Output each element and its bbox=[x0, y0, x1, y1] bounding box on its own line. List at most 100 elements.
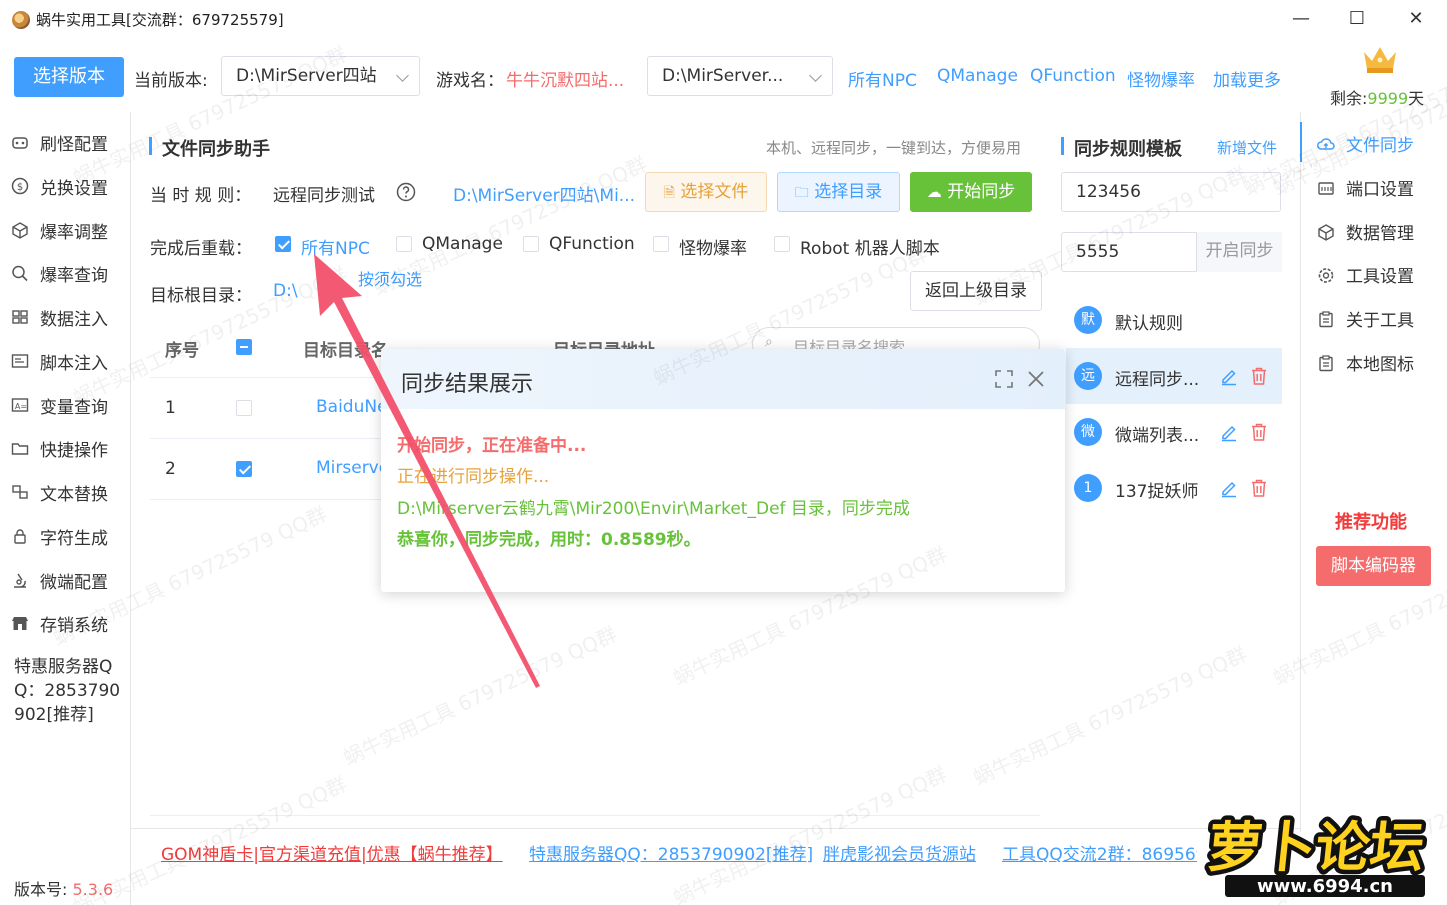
close-button[interactable]: ✕ bbox=[1405, 8, 1427, 30]
row-checkbox[interactable] bbox=[236, 400, 252, 416]
sidebar-item[interactable]: $ 兑换设置 bbox=[10, 175, 108, 199]
sidebar-promo-note: 特惠服务器QQ：2853790902[推荐] bbox=[14, 657, 121, 725]
reload-option-label[interactable]: 怪物爆率 bbox=[679, 234, 747, 259]
choose-version-button[interactable]: 选择版本 bbox=[14, 57, 124, 97]
select-dir-button[interactable]: 🗀 选择目录 bbox=[777, 172, 900, 212]
sidebar-item[interactable]: 字符生成 bbox=[10, 525, 108, 549]
reload-checkbox[interactable] bbox=[275, 236, 291, 252]
page-title: 文件同步助手 bbox=[162, 139, 270, 160]
section-accent bbox=[1061, 137, 1064, 155]
sidebar-item[interactable]: 快捷操作 bbox=[10, 437, 108, 461]
right-nav-label: 关于工具 bbox=[1346, 311, 1414, 331]
sidebar-divider bbox=[130, 112, 131, 905]
port-icon bbox=[1316, 179, 1336, 197]
start-sync-button[interactable]: ☁ 开始同步 bbox=[910, 172, 1032, 212]
svg-text:萝卜论坛: 萝卜论坛 bbox=[1205, 816, 1428, 879]
footer-link-qq-group[interactable]: 工具QQ交流2群：869569 bbox=[1002, 840, 1197, 865]
version-info: 版本号: 5.3.6 bbox=[14, 876, 113, 900]
right-nav-item[interactable]: 本地图标 bbox=[1316, 350, 1414, 375]
port-input[interactable]: 5555 bbox=[1076, 233, 1119, 271]
edit-icon[interactable] bbox=[1219, 478, 1239, 498]
version-value: 5.3.6 bbox=[72, 880, 114, 899]
page-hint: 本机、远程同步，一键到达，方便易用 bbox=[766, 139, 1022, 157]
remain-unit: 天 bbox=[1408, 89, 1425, 108]
delete-icon[interactable] bbox=[1250, 366, 1268, 386]
add-file-link[interactable]: 新增文件 bbox=[1217, 137, 1277, 158]
right-nav-label: 本地图标 bbox=[1346, 355, 1414, 375]
script-encoder-button[interactable]: 脚本编码器 bbox=[1316, 546, 1431, 586]
replace-icon bbox=[10, 483, 30, 501]
title-bar: 蜗牛实用工具[交流群：679725579] — ☐ ✕ bbox=[0, 0, 1447, 38]
footer-link-server-qq[interactable]: 特惠服务器QQ：2853790902[推荐] bbox=[529, 840, 813, 865]
sidebar-item-label: 数据注入 bbox=[40, 309, 108, 330]
right-nav-item[interactable]: 端口设置 bbox=[1316, 175, 1414, 200]
server-select[interactable]: D:\MirServer... bbox=[647, 56, 833, 96]
sidebar-item[interactable]: A= 变量查询 bbox=[10, 394, 108, 418]
back-parent-button[interactable]: 返回上级目录 bbox=[910, 271, 1042, 311]
reload-option-label[interactable]: QFunction bbox=[549, 234, 635, 254]
watermark: 蜗牛实用工具 679725579 QQ群 bbox=[969, 641, 1251, 790]
sidebar-item[interactable]: 数据注入 bbox=[10, 306, 108, 330]
close-icon[interactable] bbox=[1026, 369, 1046, 389]
right-nav-item[interactable]: 关于工具 bbox=[1316, 306, 1414, 331]
minimize-button[interactable]: — bbox=[1290, 8, 1312, 30]
sidebar-item[interactable]: 存销系统 bbox=[10, 612, 108, 636]
game-name-value: 牛牛沉默四站... bbox=[506, 71, 625, 91]
link-qmanage[interactable]: QManage bbox=[937, 66, 1018, 86]
sidebar-item-label: 兑换设置 bbox=[40, 178, 108, 199]
right-nav-item[interactable]: 文件同步 bbox=[1316, 131, 1414, 156]
sidebar-item[interactable]: 微端配置 bbox=[10, 569, 108, 593]
luobo-forum-logo: 萝卜论坛 萝卜论坛 www.6994.cn bbox=[1200, 812, 1432, 897]
right-nav-item[interactable]: 数据管理 bbox=[1316, 219, 1414, 244]
svg-text:$: $ bbox=[17, 182, 23, 193]
link-monster-drop[interactable]: 怪物爆率 bbox=[1127, 66, 1195, 91]
sidebar-item-label: 文本替换 bbox=[40, 484, 108, 505]
folder-icon bbox=[10, 439, 30, 457]
right-nav-label: 工具设置 bbox=[1346, 267, 1414, 287]
footer-link-gom[interactable]: GOM神盾卡|官方渠道充值|优惠【蜗牛推荐】 bbox=[161, 840, 503, 865]
delete-icon[interactable] bbox=[1250, 422, 1268, 442]
fullscreen-icon[interactable] bbox=[994, 369, 1014, 389]
sidebar-item-label: 存销系统 bbox=[40, 615, 108, 636]
current-version-label: 当前版本: bbox=[134, 71, 208, 91]
rules-title: 同步规则模板 bbox=[1074, 139, 1182, 160]
delete-icon[interactable] bbox=[1250, 478, 1268, 498]
section-accent bbox=[149, 137, 152, 155]
select-all-checkbox[interactable] bbox=[236, 339, 252, 355]
variable-icon: A= bbox=[10, 396, 30, 414]
sidebar-item[interactable]: 文本替换 bbox=[10, 481, 108, 505]
rule-item[interactable]: 微微端列表... bbox=[1066, 404, 1282, 460]
rule-avatar: 微 bbox=[1074, 418, 1102, 446]
sidebar-item-label: 脚本注入 bbox=[40, 353, 108, 374]
server-select-value: D:\MirServer... bbox=[662, 66, 784, 86]
link-all-npc[interactable]: 所有NPC bbox=[848, 66, 917, 91]
start-port-sync-button[interactable]: 开启同步 bbox=[1196, 232, 1282, 272]
edit-icon[interactable] bbox=[1219, 422, 1239, 442]
reload-checkbox[interactable] bbox=[653, 236, 669, 252]
footer-link-vip[interactable]: 胖虎影视会员货源站 bbox=[823, 840, 976, 865]
rule-path[interactable]: D:\MirServer四站\Mi... bbox=[453, 181, 635, 206]
help-icon[interactable] bbox=[396, 182, 416, 202]
rule-item[interactable]: 默默认规则 bbox=[1066, 292, 1282, 348]
right-nav-label: 端口设置 bbox=[1346, 180, 1414, 200]
row-checkbox[interactable] bbox=[236, 461, 252, 477]
sidebar-item[interactable]: 爆率调整 bbox=[10, 219, 108, 243]
sidebar-item[interactable]: 脚本注入 bbox=[10, 350, 108, 374]
sidebar-item-label: 爆率查询 bbox=[40, 265, 108, 286]
reload-option-label[interactable]: Robot 机器人脚本 bbox=[800, 234, 940, 259]
reload-checkbox[interactable] bbox=[774, 236, 790, 252]
current-version-select[interactable]: D:\MirServer四站 bbox=[221, 56, 420, 96]
table-header-index: 序号 bbox=[165, 341, 199, 361]
select-file-button[interactable]: 🗎 选择文件 bbox=[645, 172, 767, 212]
right-nav-item[interactable]: 工具设置 bbox=[1316, 262, 1414, 287]
maximize-button[interactable]: ☐ bbox=[1346, 8, 1368, 30]
sidebar-item[interactable]: 爆率查询 bbox=[10, 262, 108, 286]
rule-item[interactable]: 1 137捉妖师 bbox=[1066, 460, 1282, 516]
right-nav-label: 数据管理 bbox=[1346, 224, 1414, 244]
rule-item[interactable]: 远远程同步... bbox=[1066, 348, 1282, 404]
link-load-more[interactable]: 加载更多 bbox=[1213, 66, 1281, 91]
edit-icon[interactable] bbox=[1219, 366, 1239, 386]
rule-text-input[interactable]: 123456 bbox=[1061, 172, 1281, 212]
link-qfunction[interactable]: QFunction bbox=[1030, 66, 1116, 86]
sidebar-item[interactable]: 刷怪配置 bbox=[10, 131, 108, 155]
